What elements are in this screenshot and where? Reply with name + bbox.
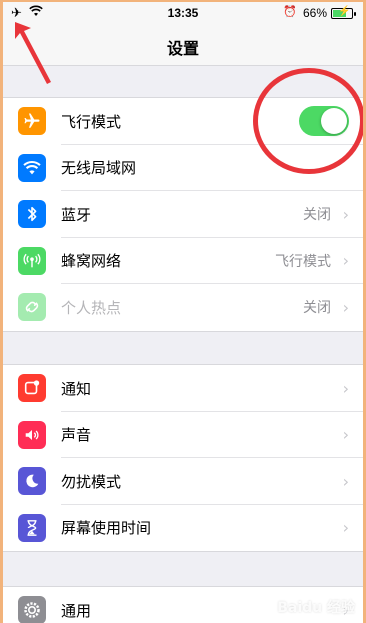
sound-icon <box>18 420 46 449</box>
battery-icon: ⚡ <box>331 6 356 19</box>
row-label: 蓝牙 <box>61 205 92 224</box>
battery-percent: 66% <box>302 6 327 20</box>
alarm-icon: ⏰ <box>283 6 297 18</box>
row-value: 关闭 <box>303 300 331 317</box>
settings-row-airplane-mode[interactable]: 飞行模式 <box>3 98 363 145</box>
settings-row-wifi[interactable]: 无线局域网 <box>3 145 363 191</box>
row-label: 声音 <box>61 426 92 445</box>
row-value: 飞行模式 <box>275 253 331 270</box>
notifications-group: 通知 › 声音 › 勿扰模式 › 屏幕使用时间 › <box>3 364 363 552</box>
chevron-right-icon: › <box>342 204 349 224</box>
row-label: 蜂窝网络 <box>61 252 122 271</box>
hotspot-icon <box>18 293 46 322</box>
settings-row-notifications[interactable]: 通知 › <box>3 365 363 412</box>
airplane-icon <box>18 107 46 136</box>
notification-icon <box>18 374 46 403</box>
settings-row-hotspot[interactable]: 个人热点 关闭 › <box>3 284 363 331</box>
chevron-right-icon: › <box>342 378 349 398</box>
settings-row-bluetooth[interactable]: 蓝牙 关闭 › <box>3 191 363 238</box>
chevron-right-icon: › <box>342 251 349 271</box>
row-label: 无线局域网 <box>61 159 137 178</box>
settings-row-sounds[interactable]: 声音 › <box>3 412 363 458</box>
screen: ✈ 13:35 ⏰ 66% ⚡ 设置 飞行模式 无线局域网 蓝牙 关闭 › 蜂窝… <box>0 0 366 623</box>
bluetooth-icon <box>18 200 46 229</box>
page-title: 设置 <box>166 39 199 58</box>
wifi-icon <box>18 153 46 182</box>
airplane-mode-toggle[interactable] <box>299 106 349 137</box>
connectivity-group: 飞行模式 无线局域网 蓝牙 关闭 › 蜂窝网络 飞行模式 › 个人热点 关闭 › <box>3 97 363 332</box>
hourglass-icon <box>18 513 46 542</box>
row-label: 个人热点 <box>61 298 122 317</box>
settings-row-screen-time[interactable]: 屏幕使用时间 › <box>3 505 363 552</box>
row-label: 屏幕使用时间 <box>61 519 152 538</box>
chevron-right-icon: › <box>342 297 349 317</box>
row-label: 飞行模式 <box>61 112 122 131</box>
gear-icon <box>18 596 46 623</box>
chevron-right-icon: › <box>342 425 349 445</box>
row-label: 勿扰模式 <box>61 472 122 491</box>
chevron-right-icon: › <box>342 518 349 538</box>
settings-row-cellular[interactable]: 蜂窝网络 飞行模式 › <box>3 238 363 284</box>
row-label: 通用 <box>61 601 92 620</box>
status-bar: ✈ 13:35 ⏰ 66% ⚡ <box>3 2 363 26</box>
watermark-logo: Baidu 经验 <box>277 600 355 616</box>
nav-bar: 设置 <box>3 26 363 66</box>
chevron-right-icon: › <box>342 471 349 491</box>
settings-row-do-not-disturb[interactable]: 勿扰模式 › <box>3 458 363 505</box>
row-label: 通知 <box>61 379 92 398</box>
moon-icon <box>18 467 46 496</box>
cellular-icon <box>18 246 46 275</box>
row-value: 关闭 <box>303 207 331 224</box>
